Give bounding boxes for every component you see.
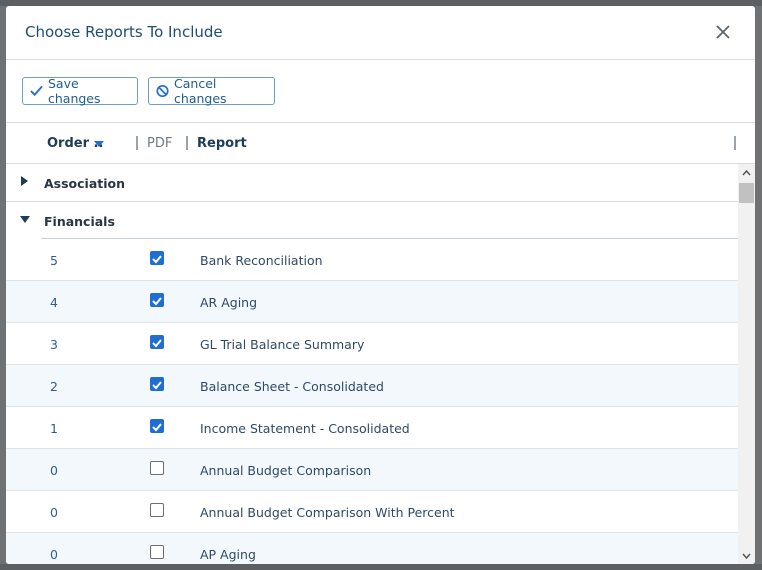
report-name-cell: Bank Reconciliation	[200, 253, 323, 268]
pdf-checkbox[interactable]	[150, 545, 164, 559]
cancel-changes-button[interactable]: Cancel changes	[148, 76, 275, 106]
report-name-cell: Income Statement - Consolidated	[200, 421, 410, 436]
report-name-cell: GL Trial Balance Summary	[200, 337, 365, 352]
pdf-checkbox[interactable]	[150, 419, 164, 433]
grid-header: Order .. PDF Report	[6, 123, 755, 164]
report-name-cell: Balance Sheet - Consolidated	[200, 379, 384, 394]
pdf-checkbox[interactable]	[150, 461, 164, 475]
dialog-toolbar: Save changes Cancel changes	[6, 60, 755, 123]
pdf-column-header[interactable]: PDF	[147, 136, 172, 151]
report-name-cell: Annual Budget Comparison	[200, 463, 372, 478]
close-icon[interactable]	[713, 22, 733, 42]
order-cell: 5	[50, 253, 58, 268]
order-cell: 1	[50, 421, 58, 436]
pdf-checkbox[interactable]	[150, 503, 164, 517]
table-row[interactable]: 2 Balance Sheet - Consolidated	[6, 365, 738, 407]
choose-reports-dialog: Choose Reports To Include Save changes C…	[6, 6, 755, 564]
grid-body: Association Financials 5 Bank Reconciliat…	[6, 164, 738, 564]
caret-down-icon[interactable]	[20, 216, 30, 223]
table-row[interactable]: 4 AR Aging	[6, 281, 738, 323]
order-cell: 0	[50, 547, 58, 562]
group-row-financials[interactable]: Financials	[6, 202, 738, 239]
pdf-checkbox[interactable]	[150, 293, 164, 307]
pdf-checkbox[interactable]	[150, 251, 164, 265]
cancel-circle-icon	[156, 84, 169, 98]
order-cell: 3	[50, 337, 58, 352]
save-changes-button[interactable]: Save changes	[22, 76, 138, 106]
column-resize-handle[interactable]	[136, 136, 138, 150]
save-changes-label: Save changes	[48, 76, 101, 106]
scroll-up-arrow-icon[interactable]	[738, 164, 755, 181]
cancel-changes-label: Cancel changes	[174, 76, 227, 106]
scrollbar-thumb[interactable]	[739, 183, 754, 203]
order-cell: 4	[50, 295, 58, 310]
order-cell: 0	[50, 463, 58, 478]
order-cell: 0	[50, 505, 58, 520]
dialog-title: Choose Reports To Include	[25, 23, 223, 41]
group-row-association[interactable]: Association	[6, 164, 738, 202]
pdf-checkbox[interactable]	[150, 335, 164, 349]
report-name-cell: Annual Budget Comparison With Percent	[200, 505, 455, 520]
report-name-cell: AP Aging	[200, 547, 256, 562]
caret-right-icon[interactable]	[21, 176, 28, 186]
pdf-checkbox[interactable]	[150, 377, 164, 391]
dialog-header: Choose Reports To Include	[6, 6, 755, 60]
table-row[interactable]: 1 Income Statement - Consolidated	[6, 407, 738, 449]
table-row[interactable]: 3 GL Trial Balance Summary	[6, 323, 738, 365]
table-row[interactable]: 0 AP Aging	[6, 533, 738, 564]
table-row[interactable]: 0 Annual Budget Comparison	[6, 449, 738, 491]
scroll-down-arrow-icon[interactable]	[738, 547, 755, 564]
backdrop	[0, 564, 762, 570]
order-cell: 2	[50, 379, 58, 394]
sort-descending-icon[interactable]	[94, 141, 104, 147]
table-row[interactable]: 5 Bank Reconciliation	[6, 239, 738, 281]
checkmark-icon	[30, 85, 43, 97]
report-name-cell: AR Aging	[200, 295, 258, 310]
report-column-header[interactable]: Report	[197, 136, 247, 151]
group-label: Association	[44, 176, 126, 191]
vertical-scrollbar[interactable]	[738, 164, 755, 564]
column-resize-handle[interactable]	[186, 136, 188, 150]
reports-grid: Order .. PDF Report Association Financia…	[6, 123, 755, 564]
table-row[interactable]: 0 Annual Budget Comparison With Percent	[6, 491, 738, 533]
column-resize-handle[interactable]	[734, 136, 736, 150]
group-label: Financials	[44, 214, 115, 229]
report-rows: 5 Bank Reconciliation 4 AR Aging 3 GL Trial B…	[6, 239, 738, 564]
